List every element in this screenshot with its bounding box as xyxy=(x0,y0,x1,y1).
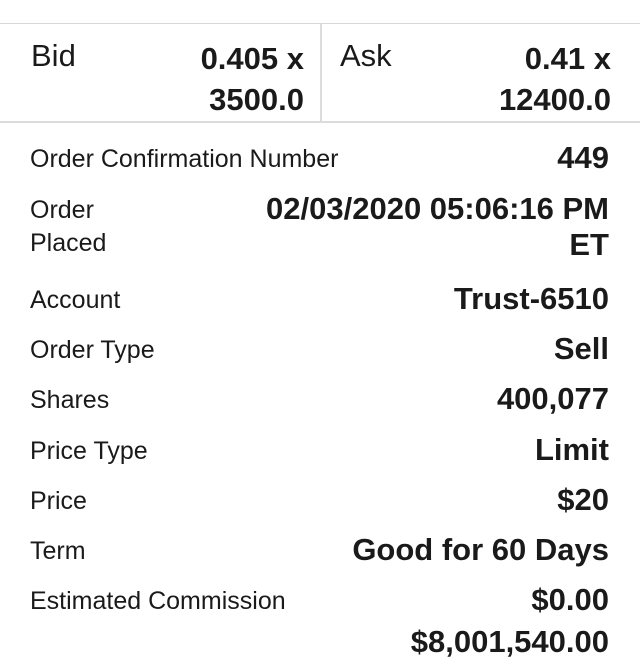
order-type-label: Order Type xyxy=(30,336,155,364)
placed-value-line1: 02/03/2020 05:06:16 PM xyxy=(266,191,609,226)
ask-label: Ask xyxy=(340,38,392,73)
commission-label: Estimated Commission xyxy=(30,587,286,615)
price-type-label: Price Type xyxy=(30,437,148,465)
bid-cell: Bid 0.405 x 3500.0 xyxy=(0,24,322,121)
estimated-total-value: $8,001,540.00 xyxy=(410,624,609,659)
order-type-value: Sell xyxy=(553,331,609,366)
placed-value-line2: ET xyxy=(569,227,609,262)
price-value: $20 xyxy=(557,482,609,517)
term-value: Good for 60 Days xyxy=(352,532,609,567)
bid-label: Bid xyxy=(31,38,76,73)
ask-cell: Ask 0.41 x 12400.0 xyxy=(322,24,640,121)
confirmation-value: 449 xyxy=(557,140,609,175)
price-type-value: Limit xyxy=(534,432,609,467)
account-value: Trust-6510 xyxy=(453,281,609,316)
placed-label: Order Placed xyxy=(30,196,107,257)
shares-label: Shares xyxy=(30,386,110,414)
price-label: Price xyxy=(30,487,87,515)
bid-value: 0.405 x 3500.0 xyxy=(200,41,304,117)
ask-value: 0.41 x 12400.0 xyxy=(498,41,611,117)
account-label: Account xyxy=(30,286,121,314)
quote-row: Bid 0.405 x 3500.0 Ask 0.41 x 12400.0 xyxy=(0,24,640,123)
commission-value: $0.00 xyxy=(531,582,609,617)
top-bar xyxy=(0,0,640,24)
term-label: Term xyxy=(30,537,86,565)
shares-value: 400,077 xyxy=(496,381,609,416)
confirmation-label: Order Confirmation Number xyxy=(30,145,339,173)
